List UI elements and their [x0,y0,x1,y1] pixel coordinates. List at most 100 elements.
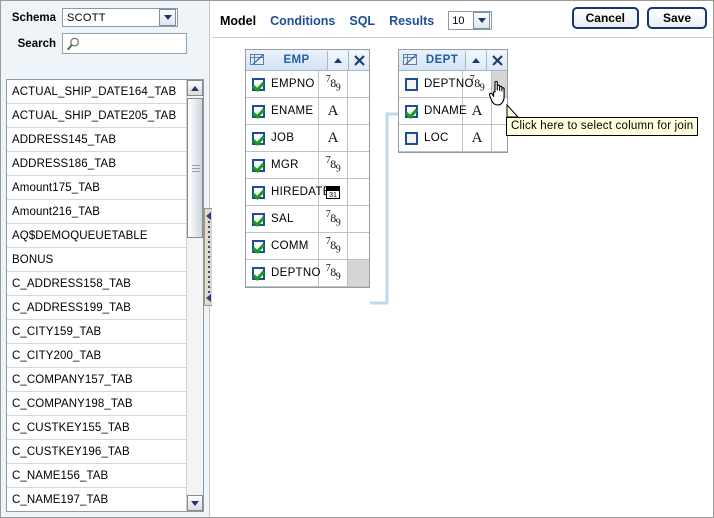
column-label: MGR [271,159,299,171]
column-label: EMPNO [271,78,315,90]
table-icon [403,54,417,65]
tab-conditions[interactable]: Conditions [270,14,335,28]
column-checkbox[interactable] [252,104,265,118]
chevron-down-icon[interactable] [473,12,491,29]
column-label: SAL [271,213,294,225]
table-list-scrollbar[interactable] [186,80,203,511]
column-name-cell[interactable]: DNAME [399,98,467,124]
column-name-cell[interactable]: COMM [246,233,319,259]
list-item[interactable]: C_ADDRESS199_TAB [7,296,186,320]
tooltip: Click here to select column for join [506,117,699,136]
column-join-cell[interactable] [348,206,369,232]
column-join-cell[interactable] [348,71,369,97]
table-box-emp[interactable]: EMP EMPNO 789 ENAME A JOB A MGR 789 HIREDATE 31 SAL… [245,49,370,288]
column-name-cell[interactable]: HIREDATE [246,179,330,205]
column-checkbox[interactable] [405,104,418,118]
tab-results[interactable]: Results [389,14,434,28]
list-item[interactable]: C_CUSTKEY196_TAB [7,440,186,464]
list-item[interactable]: C_ADDRESS158_TAB [7,272,186,296]
close-icon[interactable] [486,50,507,70]
column-checkbox[interactable] [252,131,265,145]
list-item[interactable]: ACTUAL_SHIP_DATE164_TAB [7,80,186,104]
column-checkbox[interactable] [405,77,418,91]
scroll-down-button[interactable] [187,495,203,511]
column-join-cell[interactable] [348,152,369,178]
column-name-cell[interactable]: ENAME [246,98,319,124]
toolbar: Model Conditions SQL Results 10 Cancel S… [212,1,713,38]
list-item[interactable]: Amount175_TAB [7,176,186,200]
table-list[interactable]: ACTUAL_SHIP_DATE164_TAB ACTUAL_SHIP_DATE2… [6,79,204,512]
list-item[interactable]: C_COMPANY198_TAB [7,392,186,416]
table-row[interactable]: JOB A [246,125,369,152]
column-checkbox[interactable] [252,185,265,199]
list-item[interactable]: ADDRESS145_TAB [7,128,186,152]
schema-row: Schema SCOTT [4,8,178,27]
column-checkbox[interactable] [405,131,418,145]
save-button[interactable]: Save [647,7,707,29]
table-row[interactable]: ENAME A [246,98,369,125]
table-row[interactable]: LOC A [399,125,507,152]
row-count-select[interactable]: 10 [448,11,493,30]
column-join-cell[interactable] [492,125,507,151]
list-item[interactable]: ACTUAL_SHIP_DATE205_TAB [7,104,186,128]
table-row[interactable]: COMM 789 [246,233,369,260]
table-header-dept[interactable]: DEPT [399,50,507,71]
column-checkbox[interactable] [252,77,265,91]
column-join-cell[interactable] [348,179,369,205]
list-item[interactable]: C_CITY159_TAB [7,320,186,344]
column-name-cell[interactable]: EMPNO [246,71,319,97]
search-input[interactable] [63,34,186,53]
model-canvas[interactable]: EMP EMPNO 789 ENAME A JOB A MGR 789 HIREDATE 31 SAL… [212,38,713,517]
list-item[interactable]: C_NAME156_TAB [7,464,186,488]
search-box[interactable] [62,33,187,54]
column-name-cell[interactable]: JOB [246,125,319,151]
schema-select[interactable]: SCOTT [62,8,178,27]
table-row[interactable]: DEPTNO 789 [246,260,369,287]
close-icon[interactable] [348,50,369,70]
column-name-cell[interactable]: LOC [399,125,463,151]
splitter-collapse-arrow-top[interactable] [206,212,211,220]
column-type-char-icon: A [463,125,492,151]
splitter-collapse-arrow-bottom[interactable] [206,294,211,302]
table-header-emp[interactable]: EMP [246,50,369,71]
column-checkbox[interactable] [252,158,265,172]
cancel-button[interactable]: Cancel [571,7,639,29]
column-join-cell[interactable] [348,260,369,286]
search-icon [66,37,79,51]
chevron-up-icon[interactable] [327,50,348,70]
column-checkbox[interactable] [252,266,265,280]
list-item[interactable]: AQ$DEMOQUEUETABLE [7,224,186,248]
application-window: Schema SCOTT Search ACTUAL_SHIP_DATE164_… [0,0,714,518]
list-item[interactable]: C_COMPANY157_TAB [7,368,186,392]
column-checkbox[interactable] [252,212,265,226]
table-title-dept: DEPT [425,54,459,66]
column-type-date-icon: 31 [319,179,348,205]
column-join-cell[interactable] [348,125,369,151]
column-name-cell[interactable]: MGR [246,152,319,178]
table-row[interactable]: HIREDATE 31 [246,179,369,206]
chevron-up-icon[interactable] [465,50,486,70]
table-row[interactable]: EMPNO 789 [246,71,369,98]
list-item[interactable]: BONUS [7,248,186,272]
tab-sql[interactable]: SQL [349,14,375,28]
tab-model[interactable]: Model [220,14,256,28]
schema-label: Schema [11,11,56,24]
list-item[interactable]: C_NAME197_TAB [7,488,186,511]
tab-bar: Model Conditions SQL Results 10 [220,11,493,30]
chevron-down-icon[interactable] [159,9,176,26]
column-name-cell[interactable]: DEPTNO [399,71,473,97]
column-name-cell[interactable]: DEPTNO [246,260,320,286]
list-item[interactable]: ADDRESS186_TAB [7,152,186,176]
right-panel: Model Conditions SQL Results 10 Cancel S… [212,1,713,517]
column-name-cell[interactable]: SAL [246,206,319,232]
column-join-cell[interactable] [348,98,369,124]
column-join-cell[interactable] [348,233,369,259]
scroll-up-button[interactable] [187,80,203,96]
list-item[interactable]: C_CUSTKEY155_TAB [7,416,186,440]
column-checkbox[interactable] [252,239,265,253]
table-row[interactable]: SAL 789 [246,206,369,233]
list-item[interactable]: C_CITY200_TAB [7,344,186,368]
table-row[interactable]: MGR 789 [246,152,369,179]
scrollbar-thumb[interactable] [187,98,203,238]
list-item[interactable]: Amount216_TAB [7,200,186,224]
